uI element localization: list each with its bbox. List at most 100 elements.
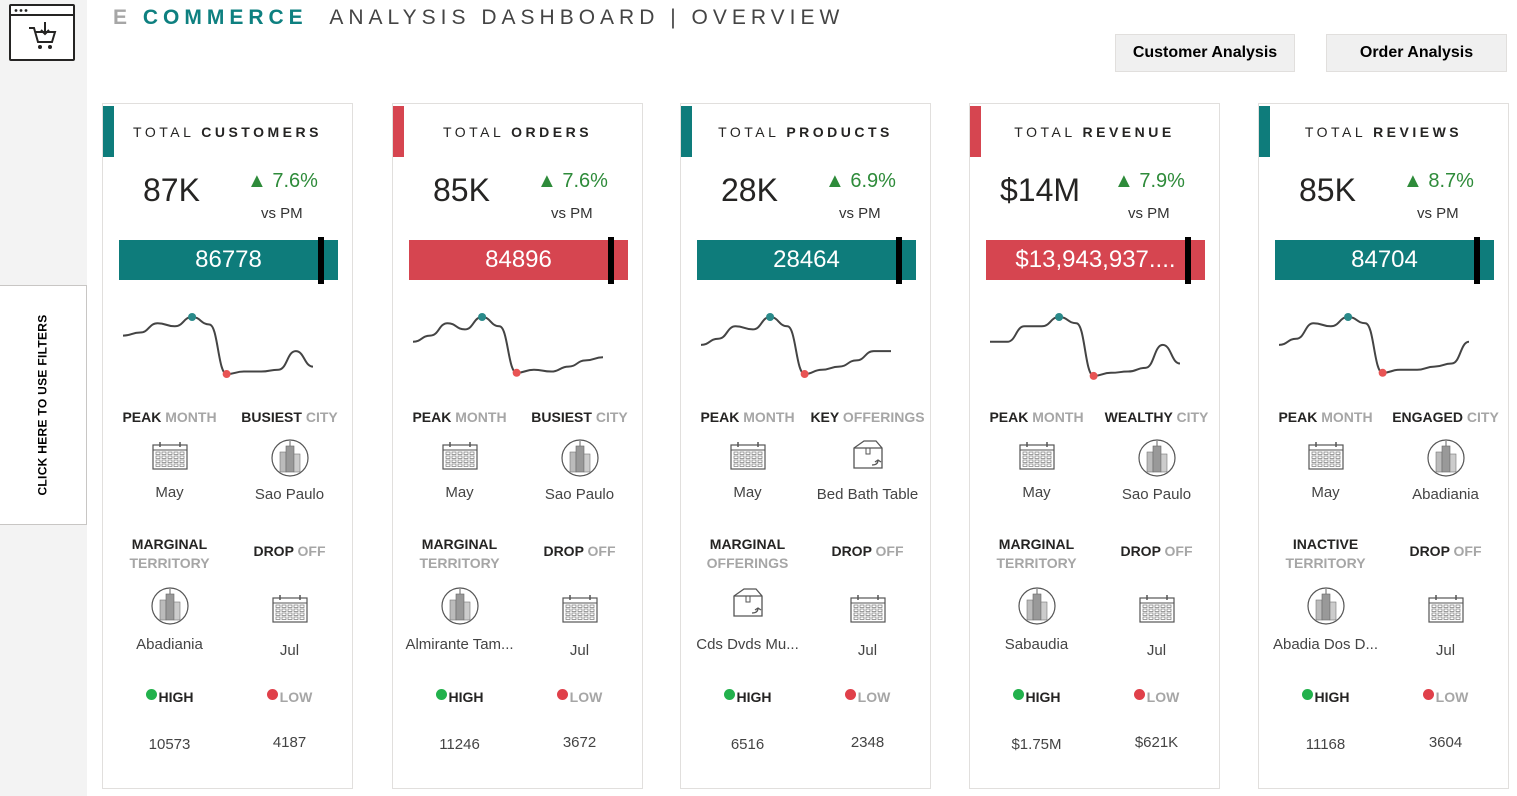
label-peak: PEAK MONTH xyxy=(412,409,507,425)
card-sparkline xyxy=(122,313,314,379)
bar-target-marker xyxy=(1185,237,1191,284)
high-value: 6516 xyxy=(730,736,765,753)
city-icon xyxy=(397,586,522,626)
value-peak: May xyxy=(445,484,474,501)
label-peak: PEAK MONTH xyxy=(700,409,795,425)
high-value: 11168 xyxy=(1305,736,1346,753)
value-drop: Jul xyxy=(569,642,590,659)
value-peak: May xyxy=(1022,484,1051,501)
card-sparkline xyxy=(412,313,604,377)
value-marginal: Sabaudia xyxy=(1004,636,1069,653)
card-title: TOTAL ORDERS xyxy=(442,124,593,140)
low-indicator: LOW xyxy=(227,688,352,705)
bar-target-marker xyxy=(896,237,902,284)
peak-marker xyxy=(478,313,487,321)
kpi-card-orders: TOTAL ORDERS 85K ▲ 7.6% vs PM 84896 PEAK MONT… xyxy=(392,103,643,789)
card-big-value: 85K xyxy=(1299,172,1356,208)
calendar-icon xyxy=(805,594,930,624)
city-icon xyxy=(974,586,1099,626)
customer-analysis-button[interactable]: Customer Analysis xyxy=(1115,34,1295,72)
card-change: ▲ 7.9% xyxy=(1114,170,1185,192)
card-title: TOTAL CUSTOMERS xyxy=(133,124,322,140)
value-peak: May xyxy=(1311,484,1340,501)
card-change: ▲ 7.6% xyxy=(247,170,318,192)
low-indicator: LOW xyxy=(1094,688,1219,705)
label-peak: PEAK MONTH xyxy=(1278,409,1373,425)
card-bullet-bar: 86778 xyxy=(119,237,338,284)
label-drop: DROP OFF xyxy=(1409,543,1482,559)
high-indicator: HIGH xyxy=(685,688,810,705)
low-value: $621K xyxy=(1134,734,1179,751)
card-vs-pm: vs PM xyxy=(1417,205,1459,222)
value-peak: May xyxy=(733,484,762,501)
bar-target-marker xyxy=(608,237,614,284)
value-city: Sao Paulo xyxy=(254,486,325,503)
high-value: $1.75M xyxy=(1011,736,1062,753)
sparkline-path xyxy=(122,315,314,376)
low-marker xyxy=(1089,371,1098,380)
card-vs-pm: vs PM xyxy=(261,205,303,222)
card-title: TOTAL REVENUE xyxy=(1014,124,1175,140)
city-icon xyxy=(1094,438,1219,478)
red-dot-icon xyxy=(844,688,856,700)
card-big-value: 28K xyxy=(721,172,778,208)
value-marginal: Abadiania xyxy=(136,636,203,653)
card-sparkline xyxy=(700,313,891,379)
value-marginal: Abadia Dos D... xyxy=(1272,636,1379,653)
low-value: 3604 xyxy=(1428,734,1463,751)
green-dot-icon xyxy=(435,688,447,700)
calendar-icon xyxy=(107,441,232,471)
label-marginal: INACTIVE TERRITORY xyxy=(1285,536,1366,571)
calendar-icon xyxy=(1094,594,1219,624)
box-return-icon xyxy=(805,438,930,474)
card-title: TOTAL PRODUCTS xyxy=(718,124,893,140)
bar-value: $13,943,937.... xyxy=(1015,246,1176,273)
city-icon xyxy=(1263,586,1388,626)
filter-panel-button[interactable]: CLICK HERE TO USE FILTERS xyxy=(0,285,87,525)
value-peak: May xyxy=(155,484,184,501)
label-peak: PEAK MONTH xyxy=(122,409,217,425)
value-city: Bed Bath Table xyxy=(816,486,919,503)
bar-value: 28464 xyxy=(773,246,840,273)
card-big-value: $14M xyxy=(1000,172,1081,208)
label-city: BUSIEST CITY xyxy=(531,409,628,425)
order-analysis-button[interactable]: Order Analysis xyxy=(1326,34,1507,72)
card-big-value: 85K xyxy=(433,172,490,208)
sparkline-path xyxy=(412,315,604,374)
value-drop: Jul xyxy=(279,642,300,659)
calendar-icon xyxy=(517,594,642,624)
high-indicator: HIGH xyxy=(1263,688,1388,705)
cart-download-icon xyxy=(9,4,75,61)
calendar-icon xyxy=(397,441,522,471)
card-bullet-bar: 84704 xyxy=(1275,237,1494,284)
box-return-icon xyxy=(685,586,810,622)
kpi-card-customers: TOTAL CUSTOMERS 87K ▲ 7.6% vs PM 86778 PEAK M… xyxy=(102,103,353,789)
card-bullet-bar: 28464 xyxy=(697,237,916,284)
card-big-value: 87K xyxy=(143,172,200,208)
card-change: ▲ 7.6% xyxy=(537,170,608,192)
green-dot-icon xyxy=(723,688,735,700)
label-peak: PEAK MONTH xyxy=(989,409,1084,425)
card-vs-pm: vs PM xyxy=(1128,205,1170,222)
low-marker xyxy=(222,370,231,379)
card-bullet-bar: $13,943,937.... xyxy=(986,237,1205,284)
card-change: ▲ 6.9% xyxy=(825,170,896,192)
card-sparkline xyxy=(1278,313,1470,377)
card-vs-pm: vs PM xyxy=(839,205,881,222)
high-indicator: HIGH xyxy=(974,688,1099,705)
low-indicator: LOW xyxy=(517,688,642,705)
calendar-icon xyxy=(1383,594,1508,624)
label-city: BUSIEST CITY xyxy=(241,409,338,425)
high-value: 11246 xyxy=(439,736,480,753)
city-icon xyxy=(517,438,642,478)
bar-target-marker xyxy=(318,237,324,284)
green-dot-icon xyxy=(1301,688,1313,700)
low-marker xyxy=(800,370,809,379)
calendar-icon xyxy=(227,594,352,624)
red-dot-icon xyxy=(1422,688,1434,700)
city-icon xyxy=(107,586,232,626)
red-dot-icon xyxy=(556,688,568,700)
value-city: Abadiania xyxy=(1412,486,1479,503)
bar-value: 86778 xyxy=(195,246,262,273)
red-dot-icon xyxy=(266,688,278,700)
